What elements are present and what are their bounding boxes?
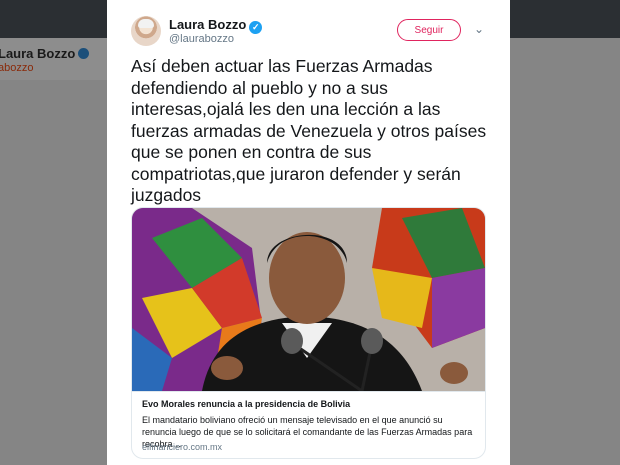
follow-button[interactable]: Seguir — [397, 19, 461, 41]
tweet-text-line: interesas,ojalá les den una lección a la… — [131, 99, 441, 119]
author-handle[interactable]: @laurabozzo — [169, 33, 234, 45]
background-left-panel — [0, 80, 107, 465]
link-preview-photo — [132, 208, 485, 391]
tweet-text: Así deben actuar las Fuerzas Armadas def… — [131, 56, 491, 207]
tweet-text-line: compatriotas,que juraron defender y será… — [131, 163, 461, 184]
tweet-text-line: que se ponen en contra de sus — [131, 142, 372, 162]
verified-badge-icon: ✓ — [249, 21, 263, 34]
tweet-text-line: Así deben actuar las Fuerzas Armadas — [131, 56, 433, 76]
chevron-down-icon[interactable]: ⌄ — [474, 22, 484, 36]
background-profile-name: Laura Bozzo — [0, 46, 90, 61]
author-name-text[interactable]: Laura Bozzo — [169, 17, 246, 32]
link-preview-card[interactable]: Evo Morales renuncia a la presidencia de… — [131, 207, 486, 459]
background-verified-icon — [78, 48, 90, 59]
background-right-panel — [510, 38, 620, 465]
tweet-modal: Laura Bozzo ✓ @laurabozzo Seguir ⌄ Así de… — [107, 0, 510, 465]
link-preview-domain[interactable]: elfinanciero.com.mx — [142, 442, 222, 452]
author-name[interactable]: Laura Bozzo ✓ — [169, 17, 263, 34]
tweet-text-line: juzgados — [131, 185, 202, 205]
avatar[interactable] — [131, 16, 161, 46]
tweet-text-line: defendiendo al pueblo y no a sus — [131, 77, 388, 98]
link-preview-image[interactable] — [132, 208, 485, 391]
link-preview-meta[interactable]: Evo Morales renuncia a la presidencia de… — [132, 391, 485, 458]
link-preview-title[interactable]: Evo Morales renuncia a la presidencia de… — [142, 399, 350, 409]
background-profile-handle: abozzo — [0, 62, 34, 74]
tweet-text-line: fuerzas armadas de Venezuela y otros paí… — [131, 120, 487, 141]
